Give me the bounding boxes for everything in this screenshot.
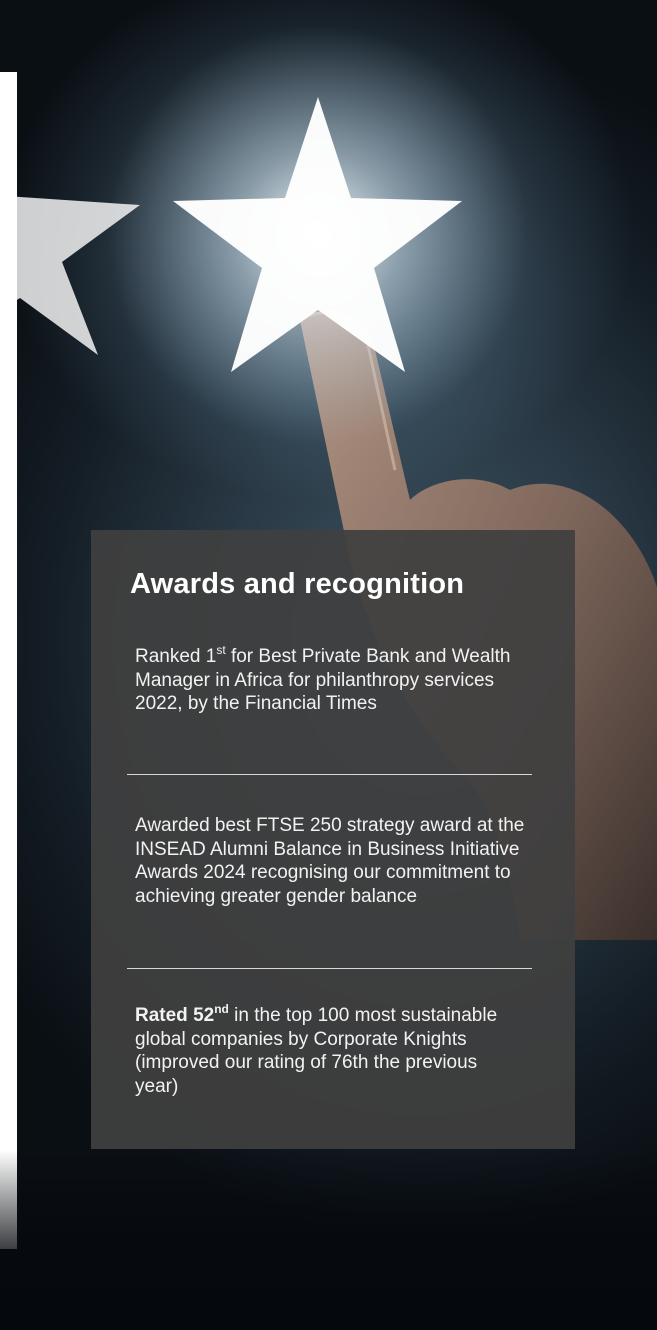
divider [127,968,532,969]
card-title: Awards and recognition [130,568,465,600]
stars-graphic [0,25,528,445]
award-item: Ranked 1st for Best Private Bank and Wea… [135,643,511,714]
bottom-shadow [0,1150,657,1330]
awards-card: Awards and recognition Ranked 1st for Be… [91,530,575,1149]
award-item: Rated 52nd in the top 100 most sustainab… [135,1002,498,1097]
award-item: Awarded best FTSE 250 strategy award at … [135,815,525,907]
divider [127,774,532,775]
awards-hero: Awards and recognition Ranked 1st for Be… [0,0,657,1330]
